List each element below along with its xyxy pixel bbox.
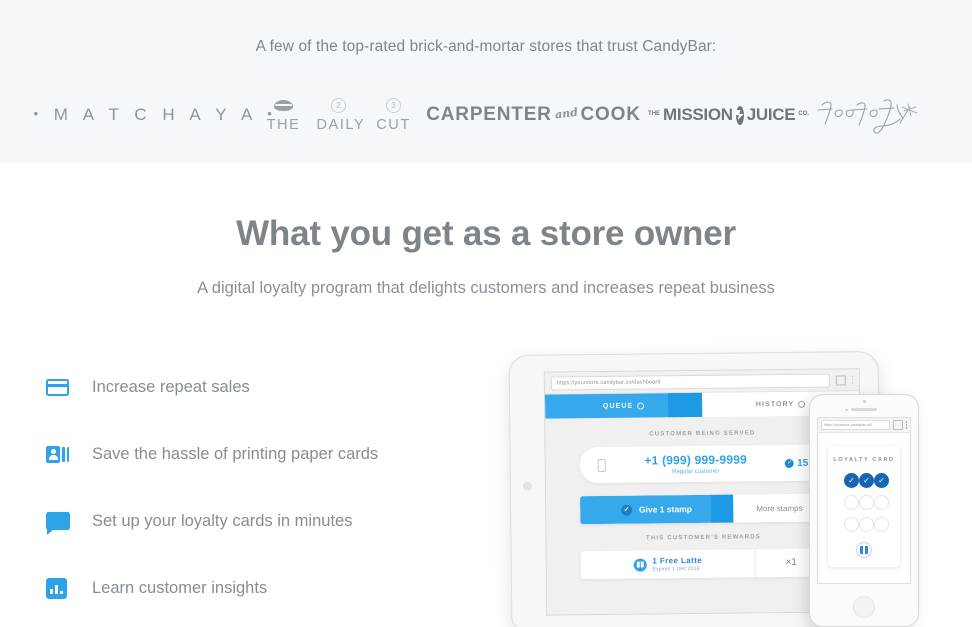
logo-mission-juice: THE MISSION JUICE CO. [648, 86, 809, 144]
give-stamp-button[interactable]: ✓ Give 1 stamp [580, 494, 733, 525]
feature-label: Increase repeat sales [92, 377, 250, 396]
feature-label: Save the hassle of printing paper cards [92, 444, 379, 463]
tdc-blob-icon [274, 100, 293, 111]
feature-item-setup-loyalty-cards: Set up your loyalty cards in minutes [46, 502, 466, 540]
phone-icon [580, 458, 624, 472]
current-customer-card[interactable]: +1 (999) 999-9999 Regular customer ✓ 15 [579, 444, 826, 484]
stamp-slot-filled: ✓ [859, 473, 874, 488]
fotofly-script-logo [816, 99, 917, 134]
logo-carpenter-and-cook: CARPENTER and COOK [414, 86, 654, 144]
tdc-word-the: THE [266, 117, 301, 133]
stamp-slot-filled: ✓ [844, 473, 859, 488]
stamp-action-row: ✓ Give 1 stamp More stamps [580, 493, 827, 525]
stamp-slot-filled: ✓ [874, 473, 889, 488]
loyalty-card-title: LOYALTY CARD [833, 457, 895, 463]
tdc-column-the: THE [264, 97, 304, 133]
reward-row[interactable]: 1 Free Latte Expires 1 Dec 2016 ×1 [580, 548, 827, 580]
phone-sensor [845, 408, 848, 411]
customer-phone-number: +1 (999) 999-9999 [644, 452, 747, 468]
credit-card-icon [46, 378, 92, 396]
tdc-number-2-icon: 2 [331, 98, 346, 113]
stamp-slot-empty [844, 517, 859, 532]
page-title: What you get as a store owner [236, 214, 736, 253]
matchaya-bullet-left: • [33, 106, 44, 121]
feature-list: Increase repeat sales Save the hassle of… [46, 368, 466, 627]
reward-title: 1 Free Latte [652, 555, 703, 566]
phone-bookmark-icon[interactable] [892, 420, 903, 430]
tdc-word-cut: CUT [376, 117, 411, 133]
feature-label: Learn customer insights [92, 578, 268, 597]
stamp-slot-empty [859, 495, 874, 510]
more-stamps-label: More stamps [756, 503, 803, 513]
logo-fotofly [804, 86, 939, 144]
feature-label: Set up your loyalty cards in minutes [92, 511, 353, 530]
device-mockups: https://yourstore.candybar.co/dashboard … [498, 348, 972, 627]
logo-the-daily-cut: THE 2 DAILY 3 CUT [264, 86, 414, 144]
stamp-grid: ✓ ✓ ✓ [828, 473, 900, 532]
mj-word-mission: MISSION [663, 105, 733, 124]
mj-word-juice: JUICE [746, 105, 796, 124]
phone-earpiece [851, 408, 877, 411]
id-card-icon [46, 445, 92, 463]
phone-screen: https://yourstore.candybar.co/l LOYALTY … [817, 417, 911, 584]
tablet-menu-icon[interactable] [851, 376, 853, 384]
phone-menu-icon[interactable] [905, 421, 907, 429]
stamp-slot-empty [874, 495, 889, 510]
phone-mockup: https://yourstore.candybar.co/l LOYALTY … [809, 394, 919, 627]
social-proof-section: A few of the top-rated brick-and-mortar … [0, 0, 972, 163]
matchaya-wordmark: M A T C H A Y A [53, 105, 257, 124]
give-stamp-label: Give 1 stamp [638, 504, 692, 515]
stamp-slot-empty [844, 495, 859, 510]
loyalty-card: LOYALTY CARD ✓ ✓ ✓ [828, 446, 900, 567]
phone-home-button[interactable] [853, 596, 875, 618]
tdc-column-cut: 3 CUT [374, 97, 414, 133]
stamp-slot-empty [874, 517, 889, 532]
cc-ampersand-script: and [553, 105, 579, 122]
social-proof-caption: A few of the top-rated brick-and-mortar … [255, 38, 717, 55]
client-logo-row: • M A T C H A Y A • THE 2 DAILY 3 CUT CA… [0, 86, 972, 144]
mj-lightning-badge-icon [735, 105, 744, 125]
phone-front-camera [863, 400, 866, 403]
phone-url-input[interactable]: https://yourstore.candybar.co/l [821, 420, 890, 430]
bar-chart-icon [46, 577, 92, 599]
tablet-url-input[interactable]: https://yourstore.candybar.co/dashboard [550, 373, 830, 391]
tdc-word-daily: DAILY [316, 117, 366, 133]
loyalty-gift-icon [856, 542, 872, 558]
tablet-bookmark-icon[interactable] [835, 374, 846, 386]
page-subtitle: A digital loyalty program that delights … [197, 279, 775, 297]
check-icon: ✓ [785, 458, 795, 468]
feature-item-customer-insights: Learn customer insights [46, 569, 466, 607]
stamp-slot-empty [859, 517, 874, 532]
tab-queue[interactable]: QUEUE [544, 392, 703, 419]
tab-history-label: HISTORY [755, 400, 795, 408]
feature-item-save-hassle-paper-cards: Save the hassle of printing paper cards [46, 435, 466, 473]
tab-history-icon [798, 400, 806, 408]
feature-item-increase-repeat-sales: Increase repeat sales [46, 368, 466, 406]
reward-expiry: Expires 1 Dec 2016 [652, 565, 700, 573]
cc-word-carpenter: CARPENTER [426, 104, 552, 125]
cc-word-cook: COOK [580, 104, 641, 125]
tab-queue-label: QUEUE [602, 402, 634, 410]
check-icon: ✓ [620, 504, 633, 516]
phone-browser-toolbar: https://yourstore.candybar.co/l [818, 418, 910, 433]
logo-matchaya: • M A T C H A Y A • [33, 86, 272, 144]
tdc-column-daily: 2 DAILY [316, 97, 366, 133]
tablet-home-button [522, 481, 532, 491]
mj-the: THE [648, 111, 661, 117]
tdc-number-3-icon: 3 [386, 98, 401, 113]
speech-bubble-icon [46, 512, 92, 535]
tab-queue-icon [637, 402, 645, 410]
gift-icon [633, 558, 647, 572]
customer-stamp-count: 15 [797, 457, 809, 469]
customer-type-label: Regular customer [672, 468, 720, 476]
